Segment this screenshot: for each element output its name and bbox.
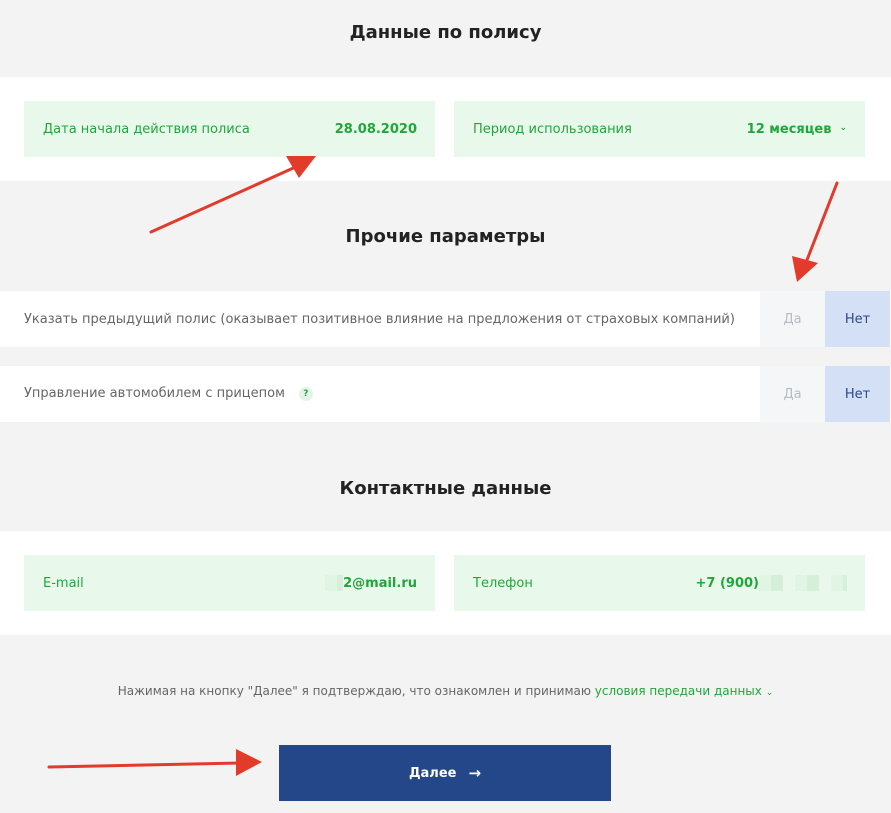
policy-start-date-field[interactable]: Дата начала действия полиса 28.08.2020 bbox=[24, 101, 435, 157]
email-field[interactable]: E-mail 2@mail.ru bbox=[24, 555, 435, 611]
prev-policy-no-button[interactable]: Нет bbox=[825, 291, 890, 347]
email-value-wrap: 2@mail.ru bbox=[325, 575, 417, 591]
annotation-arrow-head bbox=[236, 749, 262, 776]
contacts-band: E-mail 2@mail.ru Телефон +7 (900) bbox=[0, 531, 891, 635]
phone-value-wrap: +7 (900) bbox=[696, 575, 847, 591]
trailer-label: Управление автомобилем с прицепом bbox=[24, 386, 285, 401]
prev-policy-row: Указать предыдущий полис (оказывает пози… bbox=[0, 291, 891, 347]
usage-period-value: 12 месяцев bbox=[746, 121, 832, 137]
chevron-down-icon: ⌄ bbox=[765, 688, 774, 698]
next-button-label: Далее bbox=[408, 765, 457, 781]
annotation-arrow-line bbox=[803, 181, 839, 267]
next-button[interactable]: Далее → bbox=[279, 745, 611, 801]
policy-start-date-label: Дата начала действия полиса bbox=[43, 121, 250, 137]
usage-period-select[interactable]: Период использования 12 месяцев ⌄ bbox=[454, 101, 865, 157]
policy-band: Дата начала действия полиса 28.08.2020 П… bbox=[0, 77, 891, 181]
email-label: E-mail bbox=[43, 575, 84, 591]
contacts-section-title: Контактные данные bbox=[339, 478, 552, 499]
phone-label: Телефон bbox=[473, 575, 533, 591]
policy-start-date-value: 28.08.2020 bbox=[334, 121, 417, 137]
policy-section-title: Данные по полису bbox=[349, 22, 542, 43]
annotation-arrow-line bbox=[47, 761, 242, 769]
phone-field[interactable]: Телефон +7 (900) bbox=[454, 555, 865, 611]
arrow-right-icon: → bbox=[468, 764, 482, 782]
other-params-title: Прочие параметры bbox=[345, 226, 546, 247]
trailer-no-button[interactable]: Нет bbox=[825, 366, 890, 422]
trailer-row: Управление автомобилем с прицепом? Да Не… bbox=[0, 366, 891, 422]
email-value: 2@mail.ru bbox=[343, 575, 417, 591]
consent-label: Нажимая на кнопку "Далее" я подтверждаю,… bbox=[117, 684, 595, 698]
prev-policy-label: Указать предыдущий полис (оказывает пози… bbox=[24, 312, 735, 327]
data-transfer-terms-link[interactable]: условия передачи данных ⌄ bbox=[595, 684, 774, 698]
data-transfer-terms-link-text: условия передачи данных bbox=[594, 684, 762, 698]
redacted-block bbox=[759, 575, 847, 591]
usage-period-label: Период использования bbox=[473, 121, 632, 137]
prev-policy-yes-button[interactable]: Да bbox=[760, 291, 825, 347]
redacted-block bbox=[325, 575, 344, 591]
chevron-down-icon: ⌄ bbox=[839, 123, 847, 133]
annotation-arrow-head bbox=[792, 256, 818, 282]
trailer-yes-button[interactable]: Да bbox=[760, 366, 825, 422]
help-icon[interactable]: ? bbox=[298, 386, 313, 401]
consent-text: Нажимая на кнопку "Далее" я подтверждаю,… bbox=[0, 684, 891, 698]
trailer-label-wrap: Управление автомобилем с прицепом? bbox=[24, 386, 313, 401]
phone-value: +7 (900) bbox=[695, 575, 759, 591]
usage-period-value-wrap: 12 месяцев ⌄ bbox=[747, 122, 847, 137]
